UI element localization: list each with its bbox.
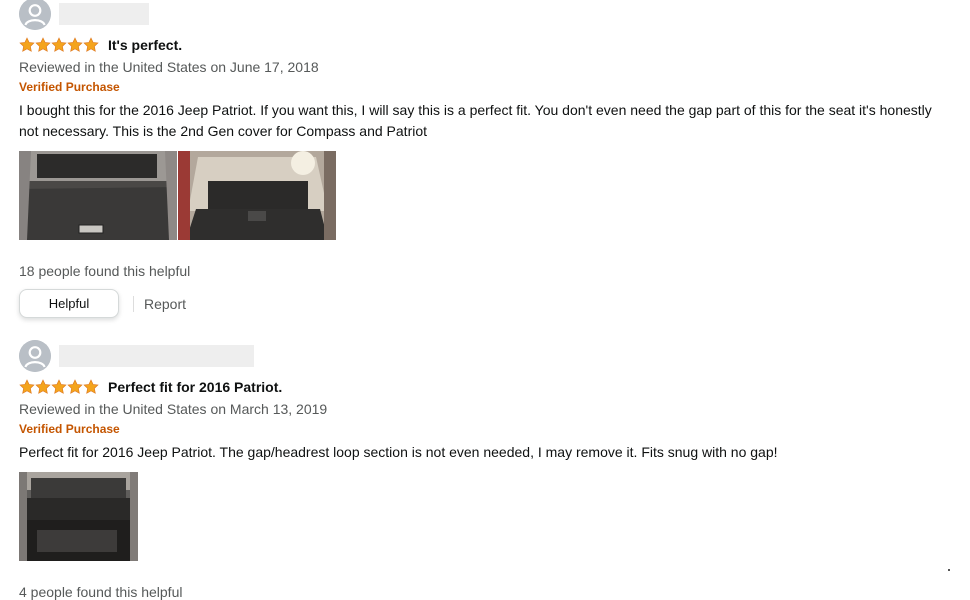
star-icon [35, 37, 51, 52]
review-image[interactable] [178, 151, 336, 240]
star-icon [51, 37, 67, 52]
review-date: Reviewed in the United States on March 1… [19, 401, 328, 417]
avatar[interactable] [19, 0, 51, 30]
review-images [19, 151, 949, 240]
star-icon [51, 379, 67, 394]
verified-purchase-badge: Verified Purchase [19, 422, 120, 436]
star-rating[interactable] [19, 379, 99, 395]
star-icon [35, 379, 51, 394]
avatar[interactable] [19, 340, 51, 372]
review-card: It's perfect. Reviewed in the United Sta… [19, 0, 949, 318]
review-title-row: It's perfect. [19, 36, 949, 54]
helpful-count: 18 people found this helpful [19, 263, 191, 279]
star-icon [67, 37, 83, 52]
review-images [19, 472, 949, 561]
star-rating[interactable] [19, 37, 99, 53]
star-icon [19, 37, 35, 52]
review-image[interactable] [19, 472, 138, 561]
review-date: Reviewed in the United States on June 17… [19, 59, 319, 75]
reviews-page: It's perfect. Reviewed in the United Sta… [0, 0, 970, 600]
user-avatar-icon [19, 340, 51, 372]
reviewer-name-redacted [59, 345, 254, 367]
user-avatar-icon [19, 0, 51, 30]
star-icon [83, 379, 99, 394]
review-image[interactable] [19, 151, 177, 240]
helpful-button[interactable]: Helpful [19, 289, 119, 318]
review-body: Perfect fit for 2016 Jeep Patriot. The g… [19, 444, 778, 460]
reviewer-name-redacted [59, 3, 149, 25]
review-body: I bought this for the 2016 Jeep Patriot.… [19, 102, 932, 139]
action-divider [133, 295, 134, 312]
review-card: Perfect fit for 2016 Patriot. Reviewed i… [19, 340, 949, 600]
review-title[interactable]: Perfect fit for 2016 Patriot. [108, 379, 282, 395]
star-icon [83, 37, 99, 52]
reviewer-profile[interactable] [19, 340, 949, 372]
star-icon [67, 379, 83, 394]
review-title-row: Perfect fit for 2016 Patriot. [19, 378, 949, 396]
review-actions: Helpful Report [19, 289, 949, 318]
star-icon [19, 379, 35, 394]
review-title[interactable]: It's perfect. [108, 37, 182, 53]
verified-purchase-badge: Verified Purchase [19, 80, 120, 94]
helpful-count: 4 people found this helpful [19, 584, 183, 600]
report-link[interactable]: Report [144, 296, 186, 312]
reviewer-profile[interactable] [19, 0, 949, 30]
stray-mark [948, 569, 950, 571]
